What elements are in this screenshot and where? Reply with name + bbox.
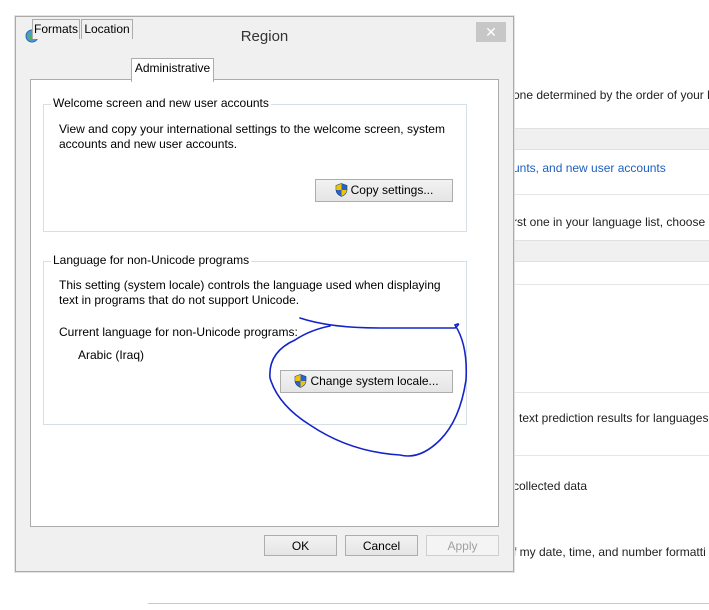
background-text-5: f my date, time, and number formatti [513, 545, 706, 559]
background-divider [513, 194, 709, 195]
uac-shield-icon [335, 183, 348, 204]
tab-administrative[interactable]: Administrative [131, 58, 214, 82]
current-language-value: Arabic (Iraq) [78, 348, 145, 362]
background-text-1: one determined by the order of your l [513, 88, 709, 102]
region-dialog: Region ✕ Formats Location Administrative… [15, 16, 514, 572]
close-button[interactable]: ✕ [476, 22, 506, 42]
welcome-screen-group-title: Welcome screen and new user accounts [51, 96, 271, 110]
change-system-locale-label: Change system locale... [310, 374, 439, 388]
background-link-new-user-accounts[interactable]: unts, and new user accounts [513, 161, 666, 175]
background-text-2: rst one in your language list, choose it [513, 215, 709, 229]
background-divider [513, 455, 709, 456]
background-band-2 [513, 240, 709, 262]
tab-panel-administrative: Welcome screen and new user accounts Vie… [30, 79, 499, 527]
non-unicode-description-line-2: text in programs that do not support Uni… [59, 293, 300, 307]
welcome-description-line-2: accounts and new user accounts. [59, 137, 238, 151]
uac-shield-icon [294, 374, 307, 395]
background-divider [513, 284, 709, 285]
background-band-1 [513, 128, 709, 150]
non-unicode-group-title: Language for non-Unicode programs [51, 253, 252, 267]
change-system-locale-button[interactable]: Change system locale... [280, 370, 453, 393]
ok-button[interactable]: OK [264, 535, 337, 556]
current-language-label: Current language for non-Unicode program… [59, 325, 298, 339]
welcome-description-line-1: View and copy your international setting… [59, 122, 445, 136]
tab-formats[interactable]: Formats [32, 19, 80, 39]
tab-location[interactable]: Location [81, 19, 133, 39]
apply-button[interactable]: Apply [426, 535, 499, 556]
background-divider [513, 392, 709, 393]
copy-settings-label: Copy settings... [350, 183, 434, 197]
background-bottom-divider [148, 603, 709, 604]
non-unicode-group: Language for non-Unicode programs This s… [43, 253, 467, 425]
close-icon: ✕ [485, 24, 497, 40]
welcome-screen-group: Welcome screen and new user accounts Vie… [43, 96, 467, 232]
cancel-button[interactable]: Cancel [345, 535, 418, 556]
background-text-4: collected data [513, 479, 588, 493]
non-unicode-description-line-1: This setting (system locale) controls th… [59, 278, 441, 292]
background-text-3: l text prediction results for languages [513, 411, 709, 425]
copy-settings-button[interactable]: Copy settings... [315, 179, 453, 202]
